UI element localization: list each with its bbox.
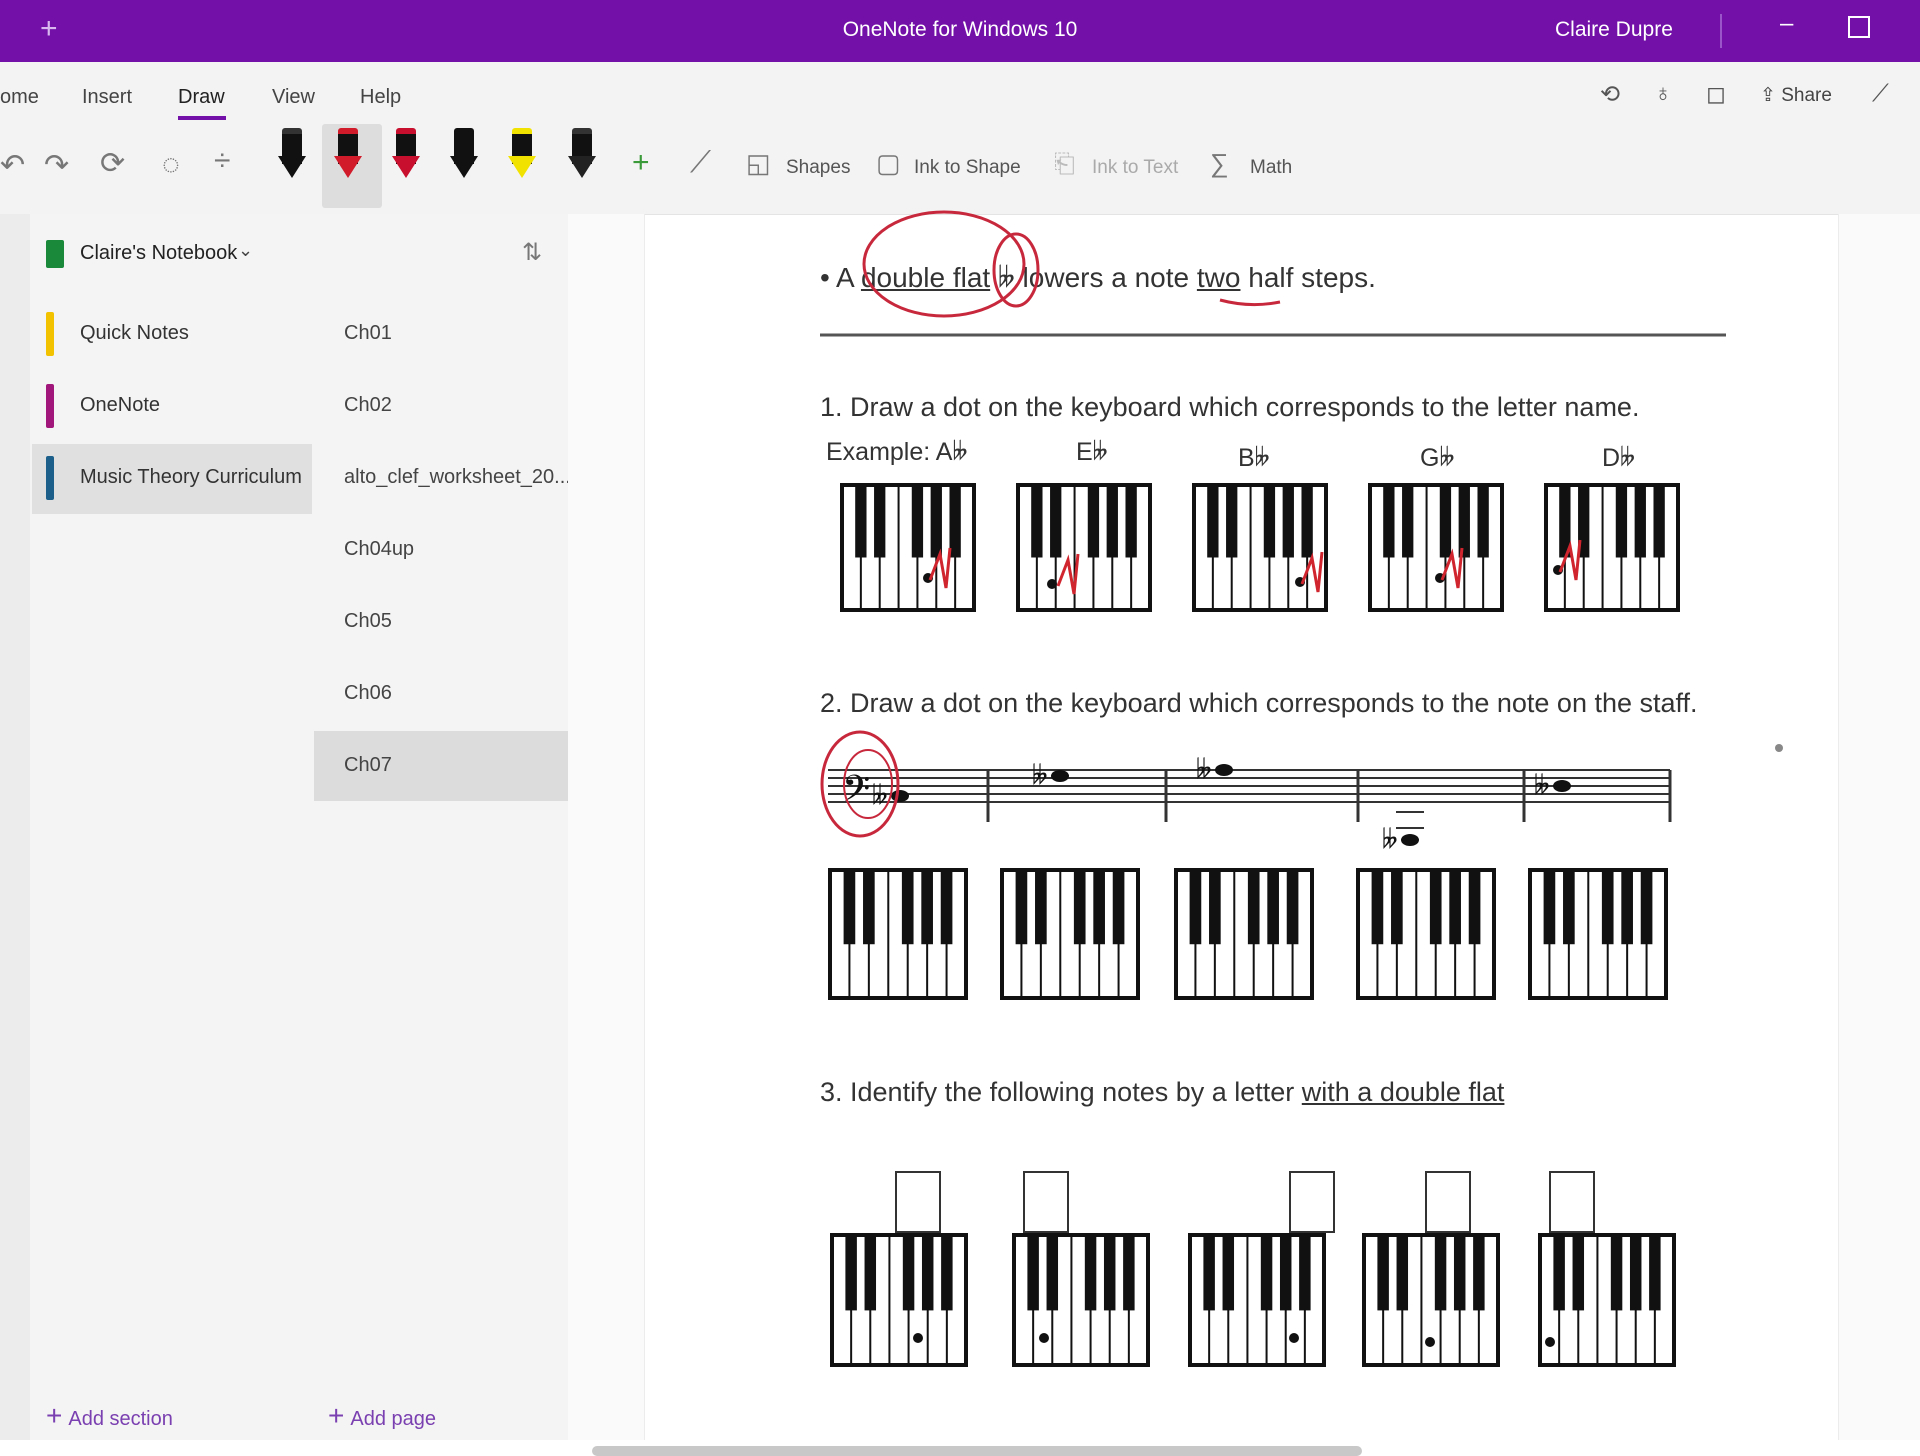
black-key <box>843 870 856 945</box>
key-dot <box>1039 1333 1049 1343</box>
double-flat-sign: 𝄫 <box>1534 771 1550 801</box>
note-head <box>891 790 909 802</box>
black-key <box>1267 870 1279 945</box>
black-key <box>1572 1235 1585 1311</box>
black-key <box>1247 870 1260 945</box>
black-key <box>1391 870 1403 945</box>
answer-box <box>1023 1171 1069 1233</box>
black-key <box>911 485 924 558</box>
black-key <box>1226 485 1238 558</box>
black-key <box>1299 1235 1311 1311</box>
note-head <box>1215 764 1233 776</box>
black-key <box>949 485 961 558</box>
black-key <box>1093 870 1105 945</box>
black-key <box>1653 485 1665 558</box>
black-key <box>1453 1235 1466 1311</box>
red-ink-circle <box>862 210 1026 318</box>
bass-clef-icon: 𝄢 <box>842 768 870 819</box>
black-key <box>1396 1235 1409 1311</box>
black-key <box>941 1235 953 1311</box>
black-key <box>1301 485 1313 558</box>
black-key <box>1087 485 1100 558</box>
black-key <box>845 1235 857 1311</box>
black-key <box>1189 870 1202 945</box>
key-dot <box>913 1333 923 1343</box>
black-key <box>1634 485 1646 558</box>
note-head <box>1051 770 1069 782</box>
black-key <box>902 1235 915 1311</box>
black-key <box>1015 870 1028 945</box>
answer-box <box>1425 1171 1471 1233</box>
black-key <box>1084 1235 1097 1311</box>
black-key <box>921 1235 934 1311</box>
black-key <box>1615 485 1628 558</box>
black-key <box>1629 1235 1642 1311</box>
black-key <box>1377 1235 1389 1311</box>
key-dot <box>1289 1333 1299 1343</box>
black-key <box>1031 485 1043 558</box>
black-key <box>1601 870 1614 945</box>
black-key <box>1073 870 1086 945</box>
note-head <box>1401 834 1419 846</box>
black-key <box>855 485 867 558</box>
black-key <box>921 870 933 945</box>
black-key <box>1473 1235 1485 1311</box>
black-key <box>1610 1235 1623 1311</box>
black-key <box>864 1235 877 1311</box>
black-key <box>1640 870 1653 945</box>
black-key <box>1468 870 1481 945</box>
key-dot <box>1425 1337 1435 1347</box>
answer-box <box>895 1171 941 1233</box>
worksheet-drawing[interactable]: 𝄢 𝄫𝄫 𝄫𝄫𝄫 <box>0 0 1920 1440</box>
black-key <box>863 870 875 945</box>
red-ink-underline <box>1219 298 1281 307</box>
black-key <box>1429 870 1442 945</box>
black-key <box>1209 870 1221 945</box>
double-flat-sign: 𝄫 <box>1032 761 1048 791</box>
black-key <box>1035 870 1047 945</box>
black-key <box>940 870 953 945</box>
black-key <box>1371 870 1384 945</box>
black-key <box>1449 870 1461 945</box>
black-key <box>874 485 886 558</box>
black-key <box>1553 1235 1565 1311</box>
double-flat-sign: 𝄫 <box>1196 755 1212 785</box>
key-dot <box>1545 1337 1555 1347</box>
black-key <box>1621 870 1633 945</box>
black-key <box>1282 485 1294 558</box>
double-flat-sign: 𝄫 <box>1382 825 1398 855</box>
black-key <box>1125 485 1137 558</box>
answer-box <box>1549 1171 1595 1233</box>
black-key <box>1434 1235 1447 1311</box>
black-key <box>1207 485 1219 558</box>
black-key <box>930 485 942 558</box>
black-key <box>1263 485 1276 558</box>
black-key <box>1050 485 1062 558</box>
key-dot <box>1047 579 1057 589</box>
black-key <box>1203 1235 1215 1311</box>
black-key <box>1649 1235 1661 1311</box>
black-key <box>1402 485 1414 558</box>
black-key <box>1543 870 1556 945</box>
black-key <box>1222 1235 1235 1311</box>
black-key <box>1279 1235 1292 1311</box>
black-key <box>1260 1235 1273 1311</box>
black-key <box>1112 870 1125 945</box>
black-key <box>1286 870 1299 945</box>
note-head <box>1553 780 1571 792</box>
black-key <box>1477 485 1489 558</box>
black-key <box>1123 1235 1135 1311</box>
black-key <box>1383 485 1395 558</box>
horizontal-scrollbar[interactable] <box>592 1446 1362 1456</box>
black-key <box>1103 1235 1116 1311</box>
black-key <box>1027 1235 1039 1311</box>
black-key <box>1563 870 1575 945</box>
black-key <box>1439 485 1452 558</box>
black-key <box>901 870 914 945</box>
answer-box <box>1289 1171 1335 1233</box>
black-key <box>1046 1235 1059 1311</box>
black-key <box>1106 485 1118 558</box>
black-key <box>1458 485 1470 558</box>
red-ink-circle <box>992 232 1040 308</box>
